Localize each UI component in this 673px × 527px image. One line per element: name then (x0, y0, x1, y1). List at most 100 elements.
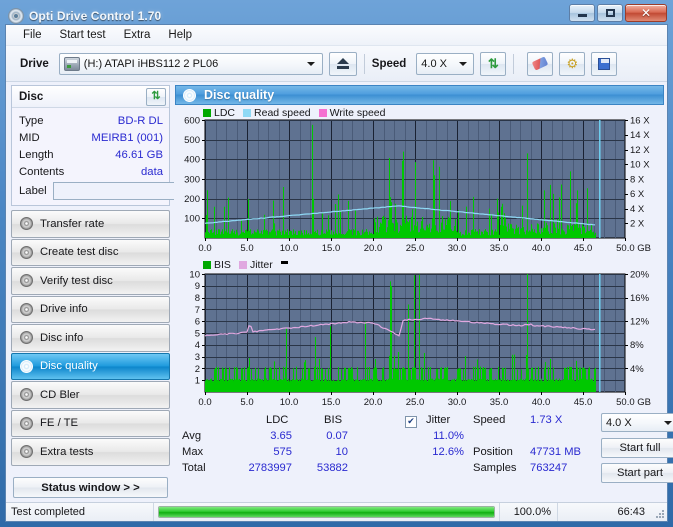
eject-button[interactable] (328, 51, 357, 76)
jitter-checkbox[interactable] (405, 413, 417, 428)
progress-percent: 100.0% (500, 503, 558, 521)
disc-icon (20, 445, 33, 459)
minimize-button[interactable] (569, 4, 595, 22)
menu-start-test[interactable]: Start test (51, 27, 115, 43)
svg-text:8 X: 8 X (630, 174, 645, 185)
svg-text:6 X: 6 X (630, 189, 645, 200)
svg-text:20%: 20% (630, 269, 650, 280)
menu-extra[interactable]: Extra (115, 27, 160, 43)
close-button[interactable]: ✕ (625, 4, 667, 22)
sidebar-item-transfer-rate[interactable]: Transfer rate (11, 210, 170, 238)
page-title: Disc quality (204, 88, 275, 102)
svg-text:14 X: 14 X (630, 130, 650, 141)
elapsed-time: 66:43 (617, 506, 645, 518)
svg-text:4: 4 (195, 340, 200, 351)
svg-text:12 X: 12 X (630, 145, 650, 156)
disc-row-mid: MID MEIRB1 (001) (19, 129, 163, 146)
disc-panel-header: Disc ⇅ (12, 86, 169, 108)
save-icon (598, 57, 611, 70)
stats-samples-value: 763247 (530, 462, 568, 474)
svg-text:45.0: 45.0 (574, 243, 593, 254)
eraser-icon (532, 56, 549, 71)
save-button[interactable] (591, 51, 618, 76)
erase-button[interactable] (527, 51, 554, 76)
disc-row-key: Length (19, 148, 54, 161)
svg-text:5: 5 (195, 328, 200, 339)
close-icon: ✕ (640, 6, 652, 20)
sidebar-item-cd-bler[interactable]: CD Bler (11, 381, 170, 409)
sidebar-item-label: CD Bler (40, 388, 80, 401)
disc-row-key: Type (19, 114, 44, 127)
disc-icon (20, 416, 33, 430)
drive-icon (63, 56, 80, 71)
jitter-label: Jitter (426, 414, 451, 426)
status-bar: Test completed 100.0% 66:43 (6, 502, 667, 521)
menu-help[interactable]: Help (159, 27, 201, 43)
stats-bis-max: 10 (335, 446, 348, 458)
minimize-icon (577, 14, 587, 17)
sidebar-item-fe-te[interactable]: FE / TE (11, 409, 170, 437)
sidebar-item-verify-test-disc[interactable]: Verify test disc (11, 267, 170, 295)
svg-text:300: 300 (184, 174, 200, 185)
stats-ldc-total: 2783997 (248, 462, 292, 474)
sidebar-item-disc-quality[interactable]: Disc quality (11, 352, 170, 380)
settings-button[interactable]: ⚙ (559, 51, 586, 76)
resize-grip[interactable] (653, 503, 667, 521)
drive-select[interactable]: (H:) ATAPI iHBS112 2 PL06 (58, 52, 323, 75)
sidebar-item-label: Drive info (40, 303, 88, 316)
stats-jitter-avg: 11.0% (433, 430, 464, 442)
stats-jitter-max: 12.6% (432, 446, 464, 458)
svg-text:25.0: 25.0 (406, 243, 425, 254)
sidebar-item-label: Disc quality (40, 360, 98, 373)
svg-text:35.0: 35.0 (490, 397, 509, 408)
sidebar-item-label: Extra tests (40, 445, 94, 458)
drive-select-value: (H:) ATAPI iHBS112 2 PL06 (83, 57, 219, 70)
disc-panel: Disc ⇅ Type BD-R DL MID MEIRB1 (001) Len… (11, 85, 255, 206)
disc-row-key: Contents (19, 165, 65, 178)
bis-chart-canvas: 12345678910 4% 8% 12% 16% 20% 0.0 5.0 10.0 15.0 20… (189, 269, 651, 408)
sidebar-item-label: Disc info (40, 331, 84, 344)
svg-text:30.0: 30.0 (448, 243, 467, 254)
svg-text:200: 200 (184, 194, 200, 205)
status-window-button[interactable]: Status window > > (13, 477, 168, 498)
disc-label-row: Label (19, 182, 255, 200)
start-part-button[interactable]: Start part (601, 463, 673, 483)
svg-text:7: 7 (195, 305, 200, 316)
disc-row-value: data (141, 165, 163, 178)
stats-row-avg: Avg (182, 430, 202, 442)
svg-text:10.0: 10.0 (280, 397, 299, 408)
disc-icon (20, 302, 33, 316)
sidebar-item-disc-info[interactable]: Disc info (11, 324, 170, 352)
stats-row-total: Total (182, 462, 206, 474)
svg-text:600: 600 (184, 115, 200, 126)
svg-text:0.0: 0.0 (198, 397, 211, 408)
speed-select[interactable]: 4.0 X (416, 52, 475, 75)
ldc-chart: LDC Read speed Write speed 100 200 300 400 5… (176, 105, 667, 257)
refresh-button[interactable]: ⇅ (480, 51, 507, 76)
bis-chart: BIS Jitter 1 2 3 4 5 6 7 8 9 10 4% 8% 12% 16% 20% 0.0 5.… (176, 257, 667, 412)
speed-select-value: 4.0 X (421, 57, 447, 70)
stats-speed-label: Speed (473, 414, 506, 426)
window-title: Opti Drive Control 1.70 (29, 9, 162, 23)
gear-icon: ⚙ (566, 56, 579, 71)
disc-refresh-button[interactable]: ⇅ (146, 87, 166, 106)
window-controls: ✕ (569, 4, 667, 22)
test-speed-select[interactable]: 4.0 X (601, 413, 673, 432)
sidebar-item-create-test-disc[interactable]: Create test disc (11, 238, 170, 266)
checkbox-icon (405, 415, 417, 428)
sidebar-item-drive-info[interactable]: Drive info (11, 295, 170, 323)
svg-text:10 X: 10 X (630, 160, 650, 171)
svg-text:15.0: 15.0 (322, 243, 341, 254)
disc-row-value: BD-R DL (117, 114, 163, 127)
svg-text:10.0: 10.0 (280, 243, 299, 254)
svg-text:35.0: 35.0 (490, 243, 509, 254)
sidebar-item-extra-tests[interactable]: Extra tests (11, 438, 170, 466)
sidebar-item-label: Transfer rate (40, 217, 105, 230)
start-full-button[interactable]: Start full (601, 438, 673, 458)
maximize-button[interactable] (597, 4, 623, 22)
disc-icon (183, 88, 196, 102)
maximize-icon (605, 9, 615, 17)
menu-file[interactable]: File (14, 27, 51, 43)
svg-text:1: 1 (195, 376, 200, 387)
stats-header-ldc: LDC (266, 414, 289, 426)
